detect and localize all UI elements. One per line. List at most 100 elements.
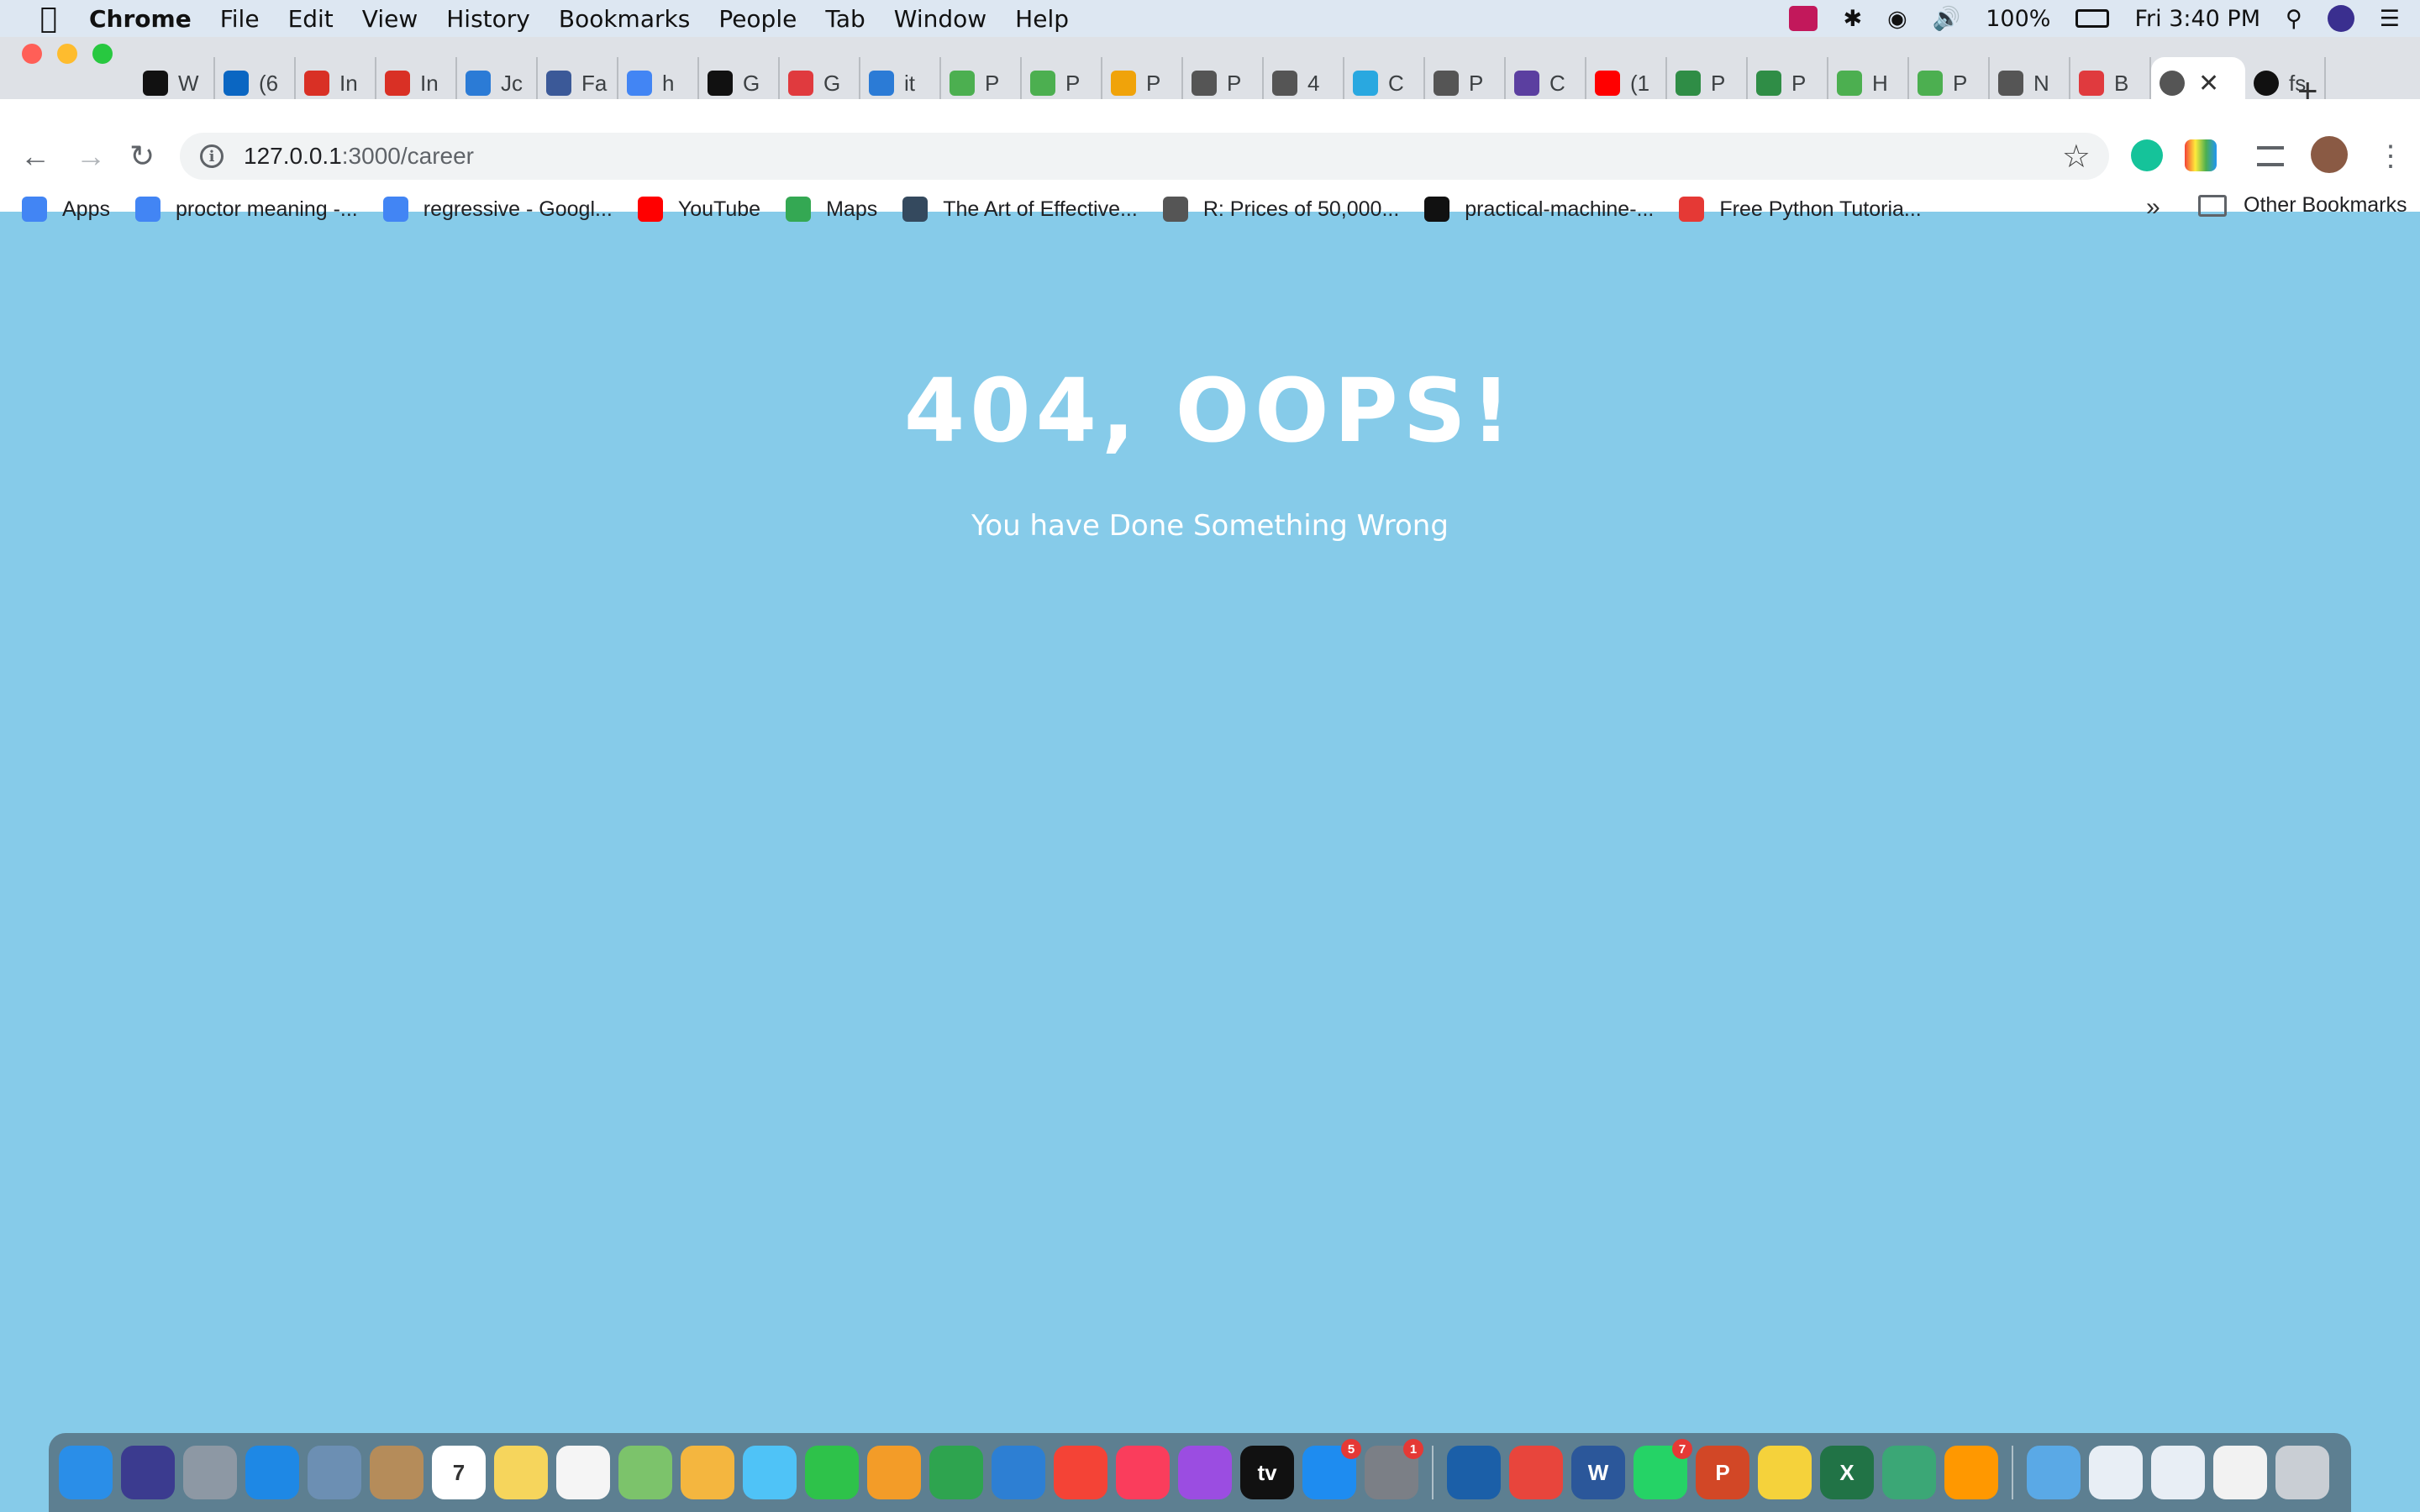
- dock-launchpad-icon[interactable]: [183, 1446, 237, 1499]
- battery-percent[interactable]: 100%: [1986, 6, 2050, 32]
- dock-maps-icon[interactable]: [618, 1446, 672, 1499]
- battery-icon[interactable]: [2075, 9, 2110, 28]
- menu-help[interactable]: Help: [1015, 5, 1069, 33]
- media-controls-icon[interactable]: [2257, 146, 2284, 166]
- other-bookmarks[interactable]: Other Bookmarks: [2198, 193, 2407, 218]
- dock-powerpoint-icon[interactable]: P: [1696, 1446, 1749, 1499]
- chrome-menu-icon[interactable]: ⋮: [2376, 139, 2405, 173]
- forward-arrow-icon[interactable]: →: [76, 139, 106, 173]
- dock-facetime-icon[interactable]: [805, 1446, 859, 1499]
- volume-icon[interactable]: 🔊: [1933, 5, 1961, 32]
- menu-app-name[interactable]: Chrome: [89, 5, 192, 33]
- zoom-window-icon[interactable]: [92, 44, 113, 64]
- redhat-icon: [2079, 71, 2104, 96]
- menu-edit[interactable]: Edit: [288, 5, 334, 33]
- dock-preview-icon[interactable]: [308, 1446, 361, 1499]
- url-text[interactable]: 127.0.0.1:3000/career: [244, 143, 474, 170]
- menu-people[interactable]: People: [718, 5, 797, 33]
- url-host: 127.0.0.1: [244, 143, 342, 169]
- bookmark-item[interactable]: practical-machine-...: [1424, 197, 1654, 222]
- dock-contacts-icon[interactable]: [370, 1446, 424, 1499]
- dock-siri-icon[interactable]: [121, 1446, 175, 1499]
- dock-notes-icon[interactable]: [494, 1446, 548, 1499]
- tab-title: it: [904, 70, 915, 96]
- url-path: :3000/career: [341, 143, 474, 169]
- bookmark-item[interactable]: R: Prices of 50,000...: [1162, 197, 1399, 222]
- colorzilla-icon[interactable]: [2185, 139, 2217, 171]
- pen-icon: [1111, 71, 1136, 96]
- globe-icon: [1162, 197, 1188, 222]
- menu-tab[interactable]: Tab: [825, 5, 865, 33]
- menu-view[interactable]: View: [362, 5, 418, 33]
- bluetooth-icon[interactable]: ✱: [1843, 6, 1862, 32]
- tab-title: P: [1227, 70, 1242, 96]
- page-content: 404, OOPS! You have Done Something Wrong: [0, 242, 2420, 1426]
- dock-whatsapp-icon[interactable]: 7: [1634, 1439, 1692, 1499]
- menu-bookmarks[interactable]: Bookmarks: [559, 5, 690, 33]
- dock-numbers-icon[interactable]: [929, 1446, 983, 1499]
- notification-center-icon[interactable]: ☰: [2380, 6, 2400, 32]
- dock-trash-icon[interactable]: [2275, 1446, 2329, 1499]
- grammarly-icon[interactable]: [2131, 139, 2163, 171]
- dock-document-icon[interactable]: [2151, 1446, 2205, 1499]
- bookmark-star-icon[interactable]: ☆: [2062, 138, 2091, 176]
- dock-system-preferences-icon[interactable]: 1: [1365, 1439, 1423, 1499]
- address-bar[interactable]: i 127.0.0.1:3000/career ☆: [180, 133, 2109, 180]
- dock-music-icon[interactable]: [1116, 1446, 1170, 1499]
- dock-finder-icon[interactable]: [59, 1446, 113, 1499]
- diamond-icon: [1998, 71, 2023, 96]
- bookmark-item[interactable]: YouTube: [637, 197, 760, 222]
- site-info-icon[interactable]: i: [200, 144, 224, 168]
- menu-file[interactable]: File: [220, 5, 260, 33]
- back-arrow-icon[interactable]: ←: [20, 139, 50, 173]
- reload-icon[interactable]: ↻: [129, 139, 155, 173]
- wifi-icon[interactable]: ◉: [1887, 6, 1907, 32]
- dock-pages-icon[interactable]: [867, 1446, 921, 1499]
- bookmark-item[interactable]: regressive - Googl...: [382, 197, 613, 222]
- dock-safari-icon[interactable]: [245, 1446, 299, 1499]
- dock-news-icon[interactable]: [1054, 1446, 1107, 1499]
- spotlight-search-icon[interactable]: ⚲: [2286, 6, 2302, 32]
- dock-python-icon[interactable]: [1758, 1446, 1812, 1499]
- bookmark-item[interactable]: Apps: [22, 197, 110, 222]
- tab-title: N: [2033, 70, 2049, 96]
- clock[interactable]: Fri 3:40 PM: [2134, 6, 2260, 32]
- siri-icon[interactable]: [2327, 5, 2354, 32]
- close-tab-icon[interactable]: ✕: [2198, 69, 2219, 98]
- minimize-window-icon[interactable]: [57, 44, 77, 64]
- menu-window[interactable]: Window: [894, 5, 986, 33]
- dock-word-icon[interactable]: W: [1571, 1446, 1625, 1499]
- dock-keynote-icon[interactable]: [992, 1446, 1045, 1499]
- apple-icon[interactable]: : [32, 0, 66, 37]
- dock-chrome-icon[interactable]: [1509, 1446, 1563, 1499]
- dock-icon-glyph: W: [1587, 1459, 1609, 1485]
- dock-apple-tv-icon[interactable]: tv: [1240, 1446, 1294, 1499]
- more-bookmarks-chevron[interactable]: »: [2146, 193, 2160, 222]
- google-icon: [382, 197, 408, 222]
- google-icon: [134, 197, 160, 222]
- dock-document-icon[interactable]: [2213, 1446, 2267, 1499]
- dock-atom-icon[interactable]: [1882, 1446, 1936, 1499]
- dock-document-icon[interactable]: [2089, 1446, 2143, 1499]
- dock-podcasts-icon[interactable]: [1178, 1446, 1232, 1499]
- dock-calendar-icon[interactable]: 7: [432, 1446, 486, 1499]
- dock-messages-icon[interactable]: [743, 1446, 797, 1499]
- dock-photos-icon[interactable]: [681, 1446, 734, 1499]
- status-area: ✱ ◉ 🔊 100% Fri 3:40 PM ⚲ ☰: [1789, 0, 2400, 37]
- profile-avatar[interactable]: [2311, 136, 2348, 173]
- chart-icon: [869, 71, 894, 96]
- apps-icon: [22, 197, 47, 222]
- dock-virtualbox-icon[interactable]: [1447, 1446, 1501, 1499]
- dock-downloads-folder-icon[interactable]: [2027, 1446, 2081, 1499]
- dock-sublime-text-icon[interactable]: [1944, 1446, 1998, 1499]
- dock-app-store-icon[interactable]: 5: [1302, 1439, 1361, 1499]
- dock-reminders-icon[interactable]: [556, 1446, 610, 1499]
- status-app-icon[interactable]: [1789, 6, 1818, 31]
- bookmark-item[interactable]: Free Python Tutoria...: [1679, 197, 1922, 222]
- bookmark-item[interactable]: The Art of Effective...: [902, 197, 1138, 222]
- close-window-icon[interactable]: [22, 44, 42, 64]
- dock-excel-icon[interactable]: X: [1820, 1446, 1874, 1499]
- menu-history[interactable]: History: [446, 5, 530, 33]
- bookmark-item[interactable]: Maps: [786, 197, 877, 222]
- bookmark-item[interactable]: proctor meaning -...: [134, 197, 358, 222]
